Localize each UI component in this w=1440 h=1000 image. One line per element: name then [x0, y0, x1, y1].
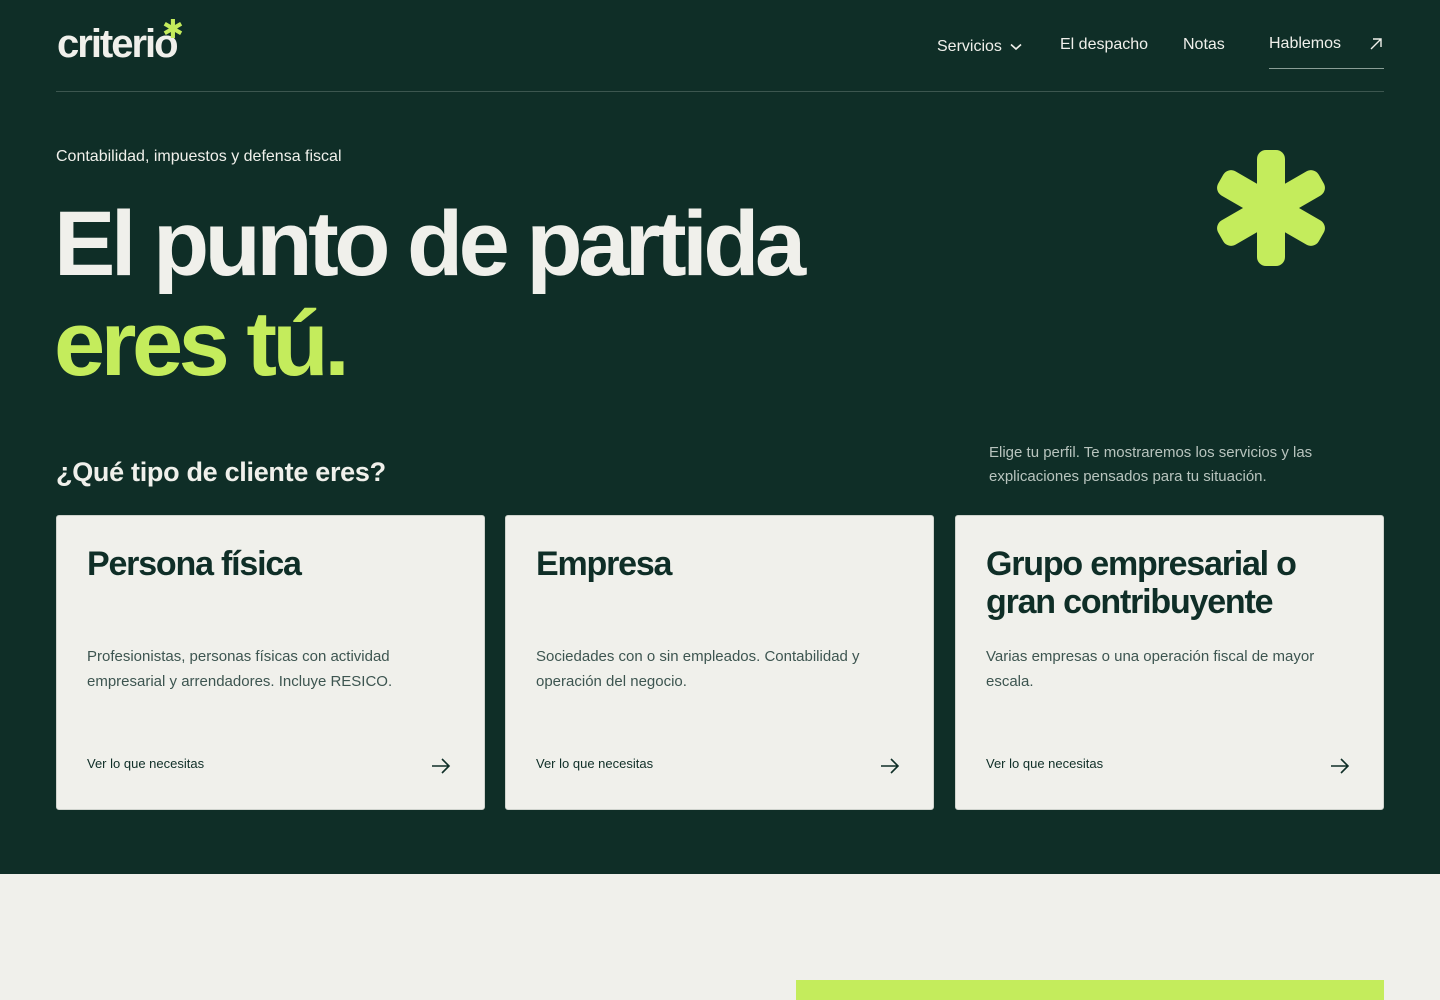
- hero-section: criterio ✱ Servicios El despacho Notas H…: [0, 0, 1440, 874]
- card-link[interactable]: Ver lo que necesitas: [536, 756, 653, 771]
- card-persona-fisica[interactable]: Persona física Profesionistas, personas …: [56, 515, 485, 810]
- card-title: Persona física: [87, 545, 302, 583]
- card-description: Sociedades con o sin empleados. Contabil…: [536, 648, 860, 690]
- card-empresa[interactable]: Empresa Sociedades con o sin empleados. …: [505, 515, 934, 810]
- nav-el-despacho[interactable]: El despacho: [1060, 36, 1148, 58]
- card-title: Grupo empresarial o gran contribuyente: [986, 545, 1297, 621]
- logo[interactable]: criterio ✱: [57, 14, 207, 68]
- card-title: Empresa: [536, 545, 672, 583]
- chevron-down-icon: [1010, 43, 1022, 51]
- header-divider: [56, 91, 1384, 92]
- headline-line-1: El punto de partida: [54, 193, 806, 295]
- card-description: Profesionistas, personas físicas con act…: [87, 648, 393, 690]
- arrow-right-icon[interactable]: [430, 756, 452, 776]
- logo-asterisk-icon: ✱: [162, 14, 184, 44]
- client-type-hint: Elige tu perfil. Te mostraremos los serv…: [989, 444, 1313, 485]
- headline-line-2: eres tú.: [54, 293, 350, 395]
- arrow-right-icon[interactable]: [1329, 756, 1351, 776]
- card-link[interactable]: Ver lo que necesitas: [87, 756, 204, 771]
- arrow-up-right-icon: [1370, 38, 1382, 50]
- asterisk-icon: [1217, 150, 1325, 266]
- nav-servicios-label: Servicios: [937, 38, 1002, 55]
- nav-hablemos-button[interactable]: Hablemos: [1269, 35, 1384, 69]
- hero-headline: El punto de partida eres tú.: [54, 193, 806, 395]
- client-type-question: ¿Qué tipo de cliente eres?: [56, 457, 386, 487]
- card-link[interactable]: Ver lo que necesitas: [986, 756, 1103, 771]
- card-description: Varias empresas o una operación fiscal d…: [986, 648, 1315, 690]
- nav-hablemos-label: Hablemos: [1269, 35, 1342, 52]
- arrow-right-icon[interactable]: [879, 756, 901, 776]
- logo-wordmark: criterio: [57, 22, 179, 66]
- hero-eyebrow: Contabilidad, impuestos y defensa fiscal: [56, 148, 342, 165]
- nav-servicios[interactable]: Servicios: [937, 36, 1022, 58]
- nav-notas[interactable]: Notas: [1183, 36, 1225, 58]
- accent-block: [796, 980, 1384, 1000]
- card-grupo-empresarial[interactable]: Grupo empresarial o gran contribuyente V…: [955, 515, 1384, 810]
